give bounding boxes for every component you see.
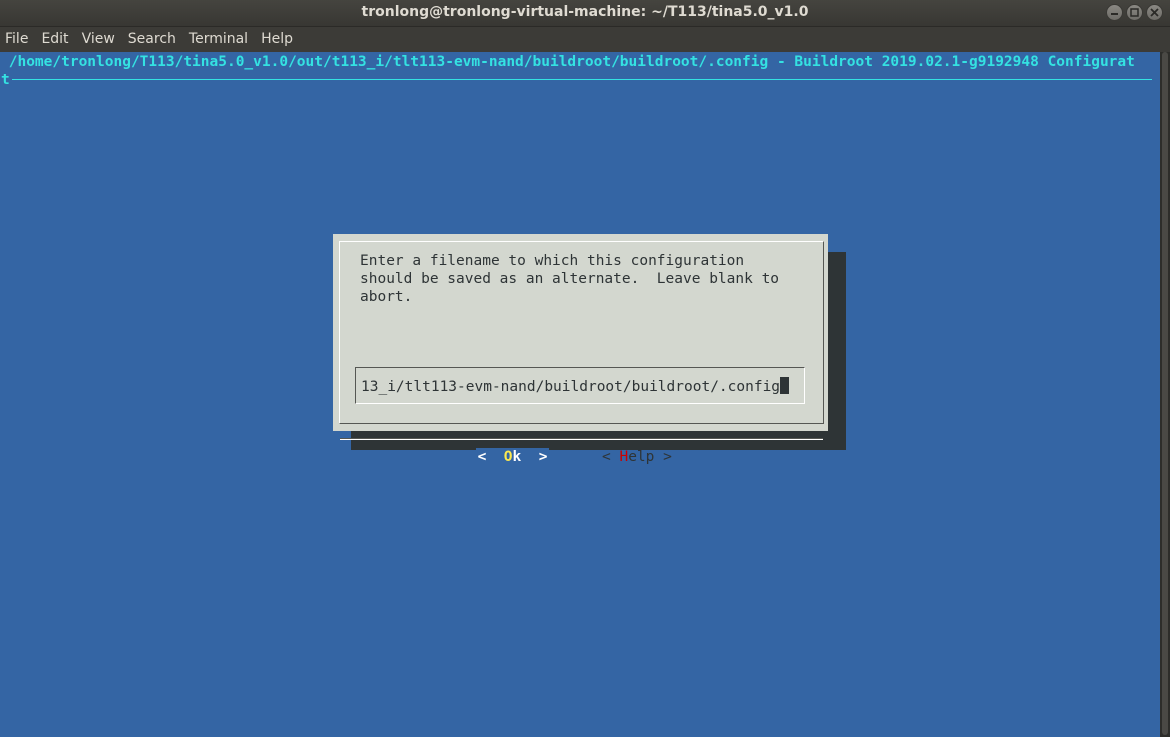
help-button-rest: elp > (628, 449, 672, 465)
backtitle-wrapped-char: t (1, 72, 10, 88)
help-button-left: < (602, 449, 620, 465)
filename-input-value: 13_i/tlt113-evm-nand/buildroot/buildroot… (361, 379, 781, 395)
filename-input[interactable]: 13_i/tlt113-evm-nand/buildroot/buildroot… (361, 377, 790, 396)
scrollbar-thumb[interactable] (1162, 52, 1168, 735)
window-titlebar[interactable]: tronlong@tronlong-virtual-machine: ~/T11… (0, 0, 1170, 27)
minimize-icon (1111, 13, 1118, 15)
window-title: tronlong@tronlong-virtual-machine: ~/T11… (361, 4, 809, 20)
menu-help[interactable]: Help (255, 27, 300, 52)
ok-button-left: < (477, 449, 504, 465)
menu-terminal[interactable]: Terminal (183, 27, 255, 52)
window-controls (1106, 4, 1163, 21)
close-button[interactable] (1146, 4, 1163, 21)
help-button[interactable]: < Help > (602, 448, 672, 466)
maximize-icon (1130, 8, 1139, 17)
backtitle-underline (12, 79, 1152, 80)
menubar: File Edit View Search Terminal Help (0, 27, 1170, 52)
menu-search[interactable]: Search (122, 27, 183, 52)
menuconfig-backtitle: /home/tronlong/T113/tina5.0_v1.0/out/t11… (0, 54, 1135, 70)
text-cursor (780, 377, 790, 394)
ok-button-hotkey: O (503, 449, 513, 465)
help-button-hotkey: H (619, 449, 629, 465)
ok-button-rest: k > (512, 449, 548, 465)
menu-edit[interactable]: Edit (35, 27, 75, 52)
maximize-button[interactable] (1126, 4, 1143, 21)
minimize-button[interactable] (1106, 4, 1123, 21)
ok-button[interactable]: < Ok > (476, 448, 549, 466)
menu-file[interactable]: File (0, 27, 35, 52)
save-config-dialog: Enter a filename to which this configura… (333, 234, 828, 466)
menu-view[interactable]: View (76, 27, 122, 52)
terminal-scrollbar[interactable] (1160, 52, 1170, 737)
close-icon (1150, 8, 1159, 17)
dialog-prompt: Enter a filename to which this configura… (360, 253, 780, 305)
button-separator (340, 438, 823, 440)
